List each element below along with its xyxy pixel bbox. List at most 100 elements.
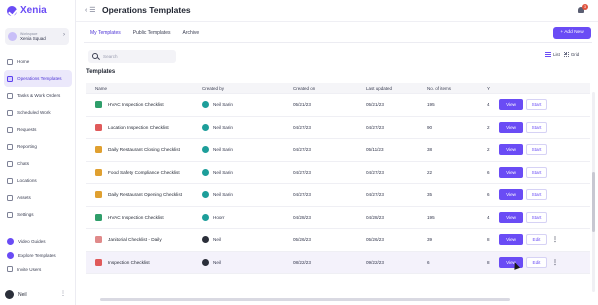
table-row[interactable]: Janitorial Checklist - Daily Neil 05/26/23… [86,229,590,252]
sidebar-item-invite-users[interactable]: Invite Users [4,262,72,276]
workspace-switcher[interactable]: Workspace Xenia Squad › [5,28,69,45]
sidebar-item-operations-templates[interactable]: Operations Templates [4,70,72,87]
item-count: 22 [427,169,433,175]
view-button[interactable]: View [499,166,523,178]
template-name: Location Inspection Checklist [108,124,169,130]
sidebar: Xenia Workspace Xenia Squad › Home Opera… [0,0,76,305]
notification-button[interactable]: 3 [577,4,588,14]
template-name: HVAC Inspection Checklist [108,214,164,220]
gear-icon [7,211,13,218]
sidebar-item-reporting[interactable]: Reporting [4,138,72,155]
sidebar-item-home[interactable]: Home [4,53,72,70]
sidebar-item-tasks[interactable]: Tasks & Work Orders [4,87,72,104]
play-icon [7,237,14,245]
table-row[interactable]: HVAC Inspection Checklist Hoorr 04/28/23 04… [86,207,590,229]
more-vertical-icon[interactable]: ⋮ [552,259,558,266]
tab-my-templates[interactable]: My Templates [84,26,127,43]
sidebar-item-label: Tasks & Work Orders [17,93,61,98]
creator-name: Neil Sarin [213,169,233,175]
horizontal-scrollbar[interactable] [100,298,510,301]
start-button[interactable]: Start [526,189,547,200]
created-on: 05/26/23 [293,237,311,242]
list-view-button[interactable]: List [545,52,560,57]
workspace-name: Xenia Squad [20,36,46,41]
item-count: 38 [427,147,433,152]
sidebar-item-settings[interactable]: Settings [4,206,72,223]
tab-public-templates[interactable]: Public Templates [127,26,177,43]
sidebar-item-video-guides[interactable]: Video Guides [4,234,72,248]
sidebar-bottom: Video Guides Explore Templates Invite Us… [4,234,72,276]
explore-icon [7,251,14,259]
created-on: 05/21/23 [293,102,311,107]
creator-avatar [202,146,209,153]
section-title: Templates [86,69,116,75]
logo[interactable]: Xenia [7,5,47,16]
template-name: Daily Restaurant Opening Checklist [108,192,182,197]
top-header: ‹ ☰ Operations Templates 3 [76,0,598,22]
view-button[interactable]: View [499,121,523,133]
last-updated: 09/22/23 [366,259,384,265]
vertical-scrollbar[interactable] [592,92,595,292]
created-on: 04/27/23 [293,192,311,197]
truncated-column-value: 4 [487,102,490,107]
sidebar-item-chats[interactable]: Chats [4,155,72,172]
sidebar-item-scheduled-work[interactable]: Scheduled Work [4,104,72,121]
view-button[interactable]: View [499,189,523,200]
list-icon [545,52,551,57]
table-row-partial [86,83,590,94]
template-icon [95,123,102,131]
sidebar-nav: Home Operations Templates Tasks & Work O… [4,53,72,223]
start-button[interactable]: Start [526,99,547,110]
created-on: 04/27/23 [293,169,311,175]
collapse-sidebar-icon[interactable]: ‹ ☰ [85,6,96,14]
sidebar-item-locations[interactable]: Locations [4,172,72,189]
view-button[interactable]: View [499,144,523,155]
more-vertical-icon[interactable]: ⋮ [552,236,558,243]
creator-name: Neil [213,259,221,265]
user-menu[interactable]: Neil [5,290,27,299]
view-button[interactable]: View [499,234,523,245]
more-vertical-icon[interactable]: ⋮ [60,290,66,297]
table-row[interactable]: Daily Restaurant Closing Checklist Neil S… [86,139,590,162]
view-button[interactable]: View [499,99,523,110]
creator-name: Hoorr [213,214,225,220]
edit-button[interactable]: Edit [526,256,547,268]
table-row[interactable]: Location Inspection Checklist Neil Sarin 0… [86,117,590,139]
creator-avatar [202,101,209,108]
sidebar-item-label: Scheduled Work [17,110,51,115]
truncated-column-value: 2 [487,147,490,152]
sidebar-item-assets[interactable]: Assets [4,189,72,206]
table-row[interactable]: Inspection Checklist Neil 08/22/23 09/22/23… [86,251,590,274]
sidebar-item-label: Reporting [17,144,37,149]
creator-name: Neil Sarin [213,124,233,130]
edit-button[interactable]: Edit [526,234,547,245]
add-new-button[interactable]: + Add New [553,27,591,39]
table-row[interactable]: Daily Restaurant Opening Checklist Neil S… [86,184,590,207]
scroll-thumb[interactable] [592,172,595,232]
view-button[interactable]: View [499,211,523,223]
start-button[interactable]: Start [526,211,547,223]
start-button[interactable]: Start [526,144,547,155]
table-row[interactable]: HVAC Inspection Checklist Neil Sarin 05/21… [86,94,590,117]
avatar [5,290,14,299]
creator-avatar [202,213,209,221]
created-on: 04/28/23 [293,214,311,220]
page-title: Operations Templates [102,5,191,15]
workspace-avatar [8,32,17,41]
sidebar-item-label: Assets [17,195,31,200]
start-button[interactable]: Start [526,166,547,178]
start-button[interactable]: Start [526,121,547,133]
table-row[interactable]: Food Safety Compliance Checklist Neil Sar… [86,162,590,184]
search-input[interactable] [103,52,173,61]
sidebar-item-requests[interactable]: Requests [4,121,72,138]
tasks-icon [7,92,13,99]
sidebar-item-explore-templates[interactable]: Explore Templates [4,248,72,262]
chart-icon [7,143,13,150]
template-icon [95,236,102,243]
template-icon [95,258,102,266]
item-count: 90 [427,124,433,130]
template-icon [95,168,102,176]
search-icon [92,53,98,59]
grid-view-button[interactable]: Grid [563,52,579,57]
tab-archive[interactable]: Archive [176,26,205,43]
